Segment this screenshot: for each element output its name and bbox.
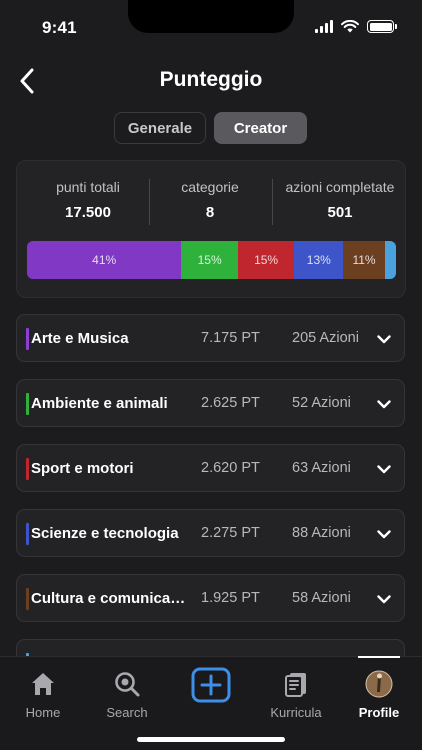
- category-name: Cultura e comunicazione: [31, 590, 187, 607]
- tab-home[interactable]: Home: [3, 669, 83, 720]
- tab-generale[interactable]: Generale: [114, 112, 206, 144]
- category-actions: 58 Azioni: [292, 590, 351, 606]
- category-actions: 205 Azioni: [292, 330, 359, 346]
- stat-completed-actions: azioni completate 501: [275, 179, 405, 221]
- notch: [128, 0, 294, 33]
- status-bar: 9:41: [0, 0, 422, 54]
- distribution-segment: 15%: [237, 241, 295, 279]
- category-color-accent: [26, 523, 29, 545]
- app-screen: 9:41 Punteggio Generale Creator punti to…: [0, 0, 422, 750]
- tab-label: Search: [106, 705, 148, 720]
- distribution-segment: 13%: [294, 241, 344, 279]
- stat-label: azioni completate: [285, 179, 395, 195]
- active-tab-indicator: [358, 656, 400, 658]
- category-name: Arte e Musica: [31, 330, 129, 347]
- category-points: 2.625 PT: [201, 395, 260, 411]
- stat-value: 8: [205, 204, 215, 221]
- category-points: 1.925 PT: [201, 590, 260, 606]
- stat-categories: categorie 8: [159, 179, 261, 221]
- category-actions: 52 Azioni: [292, 395, 351, 411]
- tab-bar: Home Search Kurricula Profile: [0, 656, 422, 750]
- category-distribution-bar: 41% 15% 15% 13% 11%: [27, 241, 396, 279]
- distribution-segment: 11%: [343, 241, 385, 279]
- stat-label: punti totali: [56, 179, 120, 195]
- distribution-segment: 15%: [181, 241, 238, 279]
- add-button[interactable]: [171, 667, 251, 703]
- tab-label: Kurricula: [270, 705, 322, 720]
- page-title: Punteggio: [159, 68, 263, 91]
- tab-creator[interactable]: Creator: [214, 112, 307, 144]
- category-row[interactable]: Ambiente e animali 2.625 PT 52 Azioni: [16, 379, 405, 427]
- category-name: Sport e motori: [31, 460, 134, 477]
- category-row[interactable]: Arte e Musica 7.175 PT 205 Azioni: [16, 314, 405, 362]
- summary-card: punti totali 17.500 categorie 8 azioni c…: [16, 160, 406, 298]
- home-icon: [32, 673, 54, 695]
- category-actions: 63 Azioni: [292, 460, 351, 476]
- tab-curricula[interactable]: Kurricula: [256, 669, 336, 720]
- tab-label: Profile: [358, 705, 400, 720]
- wifi-icon: [341, 20, 359, 33]
- avatar: [365, 670, 393, 698]
- plus-icon: [191, 667, 231, 703]
- battery-icon: [367, 20, 397, 33]
- category-actions: 88 Azioni: [292, 525, 351, 541]
- chevron-down-icon[interactable]: [376, 591, 392, 607]
- category-row[interactable]: Sport e motori 2.620 PT 63 Azioni: [16, 444, 405, 492]
- home-indicator: [137, 737, 285, 742]
- distribution-segment: 41%: [27, 241, 182, 279]
- category-points: 2.275 PT: [201, 525, 260, 541]
- stat-label: categorie: [181, 179, 239, 195]
- category-color-accent: [26, 458, 29, 480]
- stat-divider: [149, 179, 150, 225]
- document-icon: [285, 673, 306, 697]
- status-icons: [315, 20, 397, 33]
- category-color-accent: [26, 588, 29, 610]
- tab-label: Home: [25, 705, 61, 720]
- status-time: 9:41: [42, 18, 77, 37]
- stat-value: 17.500: [65, 204, 111, 221]
- category-points: 2.620 PT: [201, 460, 260, 476]
- category-color-accent: [26, 393, 29, 415]
- stat-value: 501: [327, 204, 353, 221]
- category-name: Scienze e tecnologia: [31, 525, 179, 542]
- chevron-down-icon[interactable]: [376, 396, 392, 412]
- tab-search[interactable]: Search: [87, 669, 167, 720]
- category-points: 7.175 PT: [201, 330, 260, 346]
- cellular-signal-icon: [315, 20, 333, 33]
- category-name: Ambiente e animali: [31, 395, 168, 412]
- chevron-down-icon[interactable]: [376, 526, 392, 542]
- tab-profile[interactable]: Profile: [339, 669, 419, 720]
- stat-divider: [272, 179, 273, 225]
- chevron-down-icon[interactable]: [376, 461, 392, 477]
- category-row[interactable]: Scienze e tecnologia 2.275 PT 88 Azioni: [16, 509, 405, 557]
- distribution-segment: [384, 241, 396, 279]
- category-color-accent: [26, 328, 29, 350]
- chevron-down-icon[interactable]: [376, 331, 392, 347]
- search-icon: [115, 672, 140, 697]
- stat-total-points: punti totali 17.500: [35, 179, 141, 221]
- category-row[interactable]: Cultura e comunicazione 1.925 PT 58 Azioni: [16, 574, 405, 622]
